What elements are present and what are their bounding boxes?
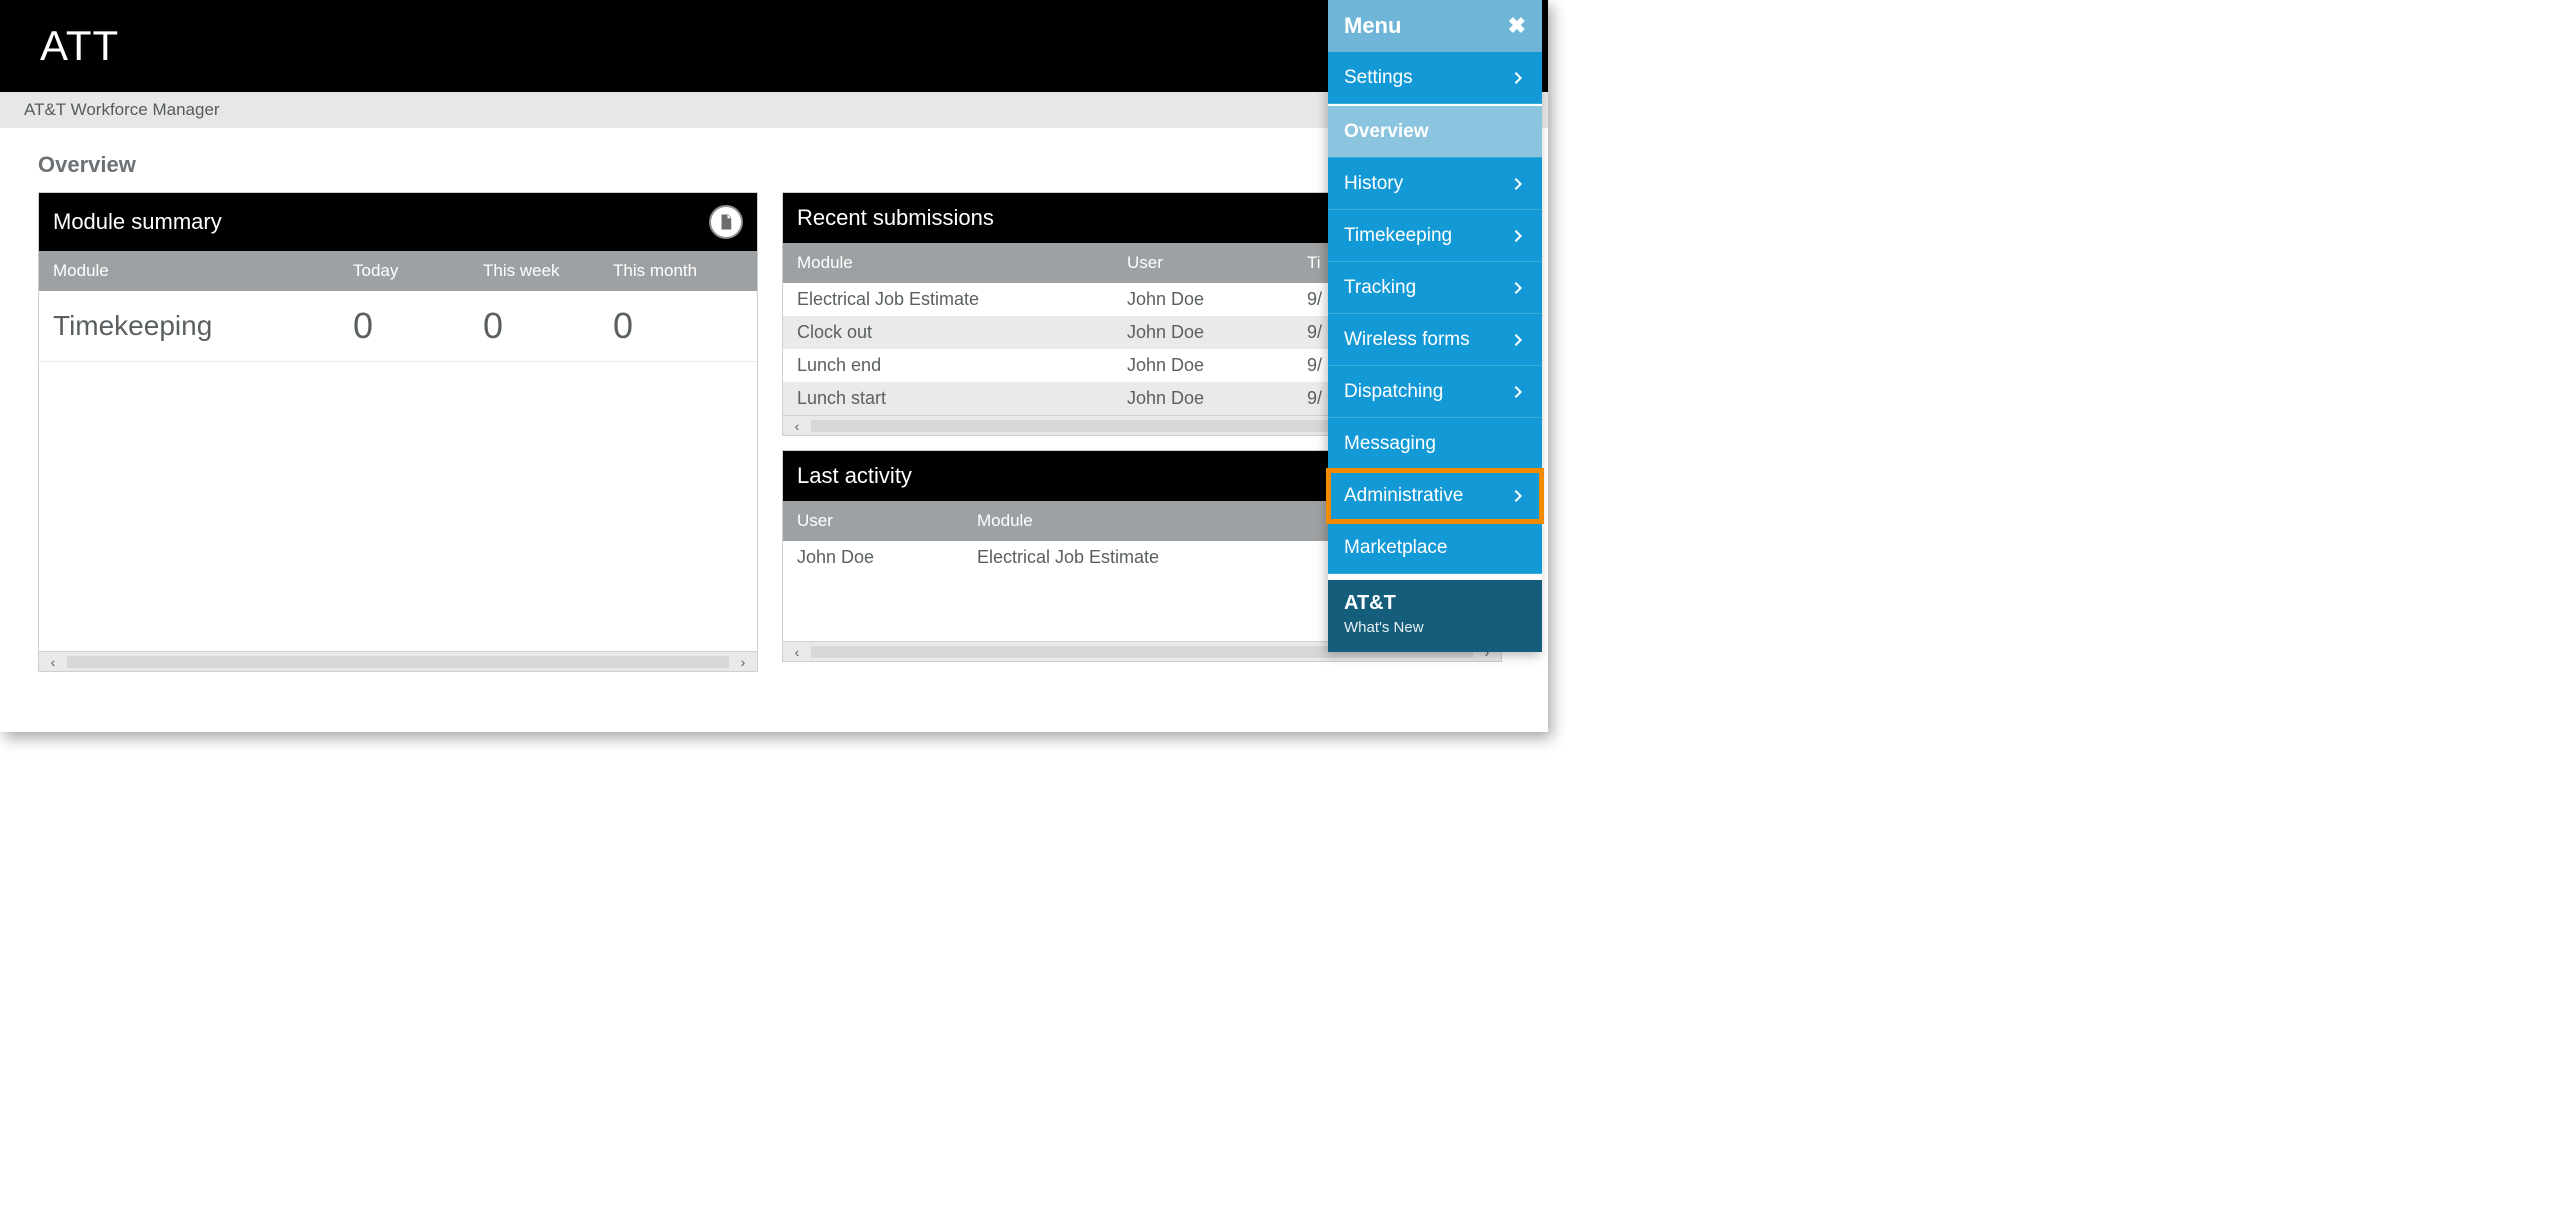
module-summary-card: Module summary Module Today This week Th… — [38, 192, 758, 672]
chevron-right-icon — [1510, 488, 1526, 504]
chevron-right-icon — [1510, 70, 1526, 86]
logo-text: ATT — [40, 22, 119, 70]
cell-module: Lunch end — [797, 355, 1127, 376]
menu-label: Messaging — [1344, 433, 1436, 455]
menu-label: Timekeeping — [1344, 225, 1452, 247]
menu-label: Administrative — [1344, 485, 1463, 507]
footer-line1: AT&T — [1344, 592, 1526, 615]
menu-item-overview[interactable]: Overview — [1328, 106, 1542, 158]
chevron-right-icon — [1510, 332, 1526, 348]
menu-label: Wireless forms — [1344, 329, 1470, 351]
menu-label: Overview — [1344, 121, 1429, 143]
cell-today: 0 — [353, 305, 483, 347]
module-summary-header: Module summary — [39, 193, 757, 251]
top-banner: ATT — [0, 0, 1548, 92]
chevron-right-icon — [1510, 384, 1526, 400]
menu-item-wireless-forms[interactable]: Wireless forms — [1328, 314, 1542, 366]
cell-user: John Doe — [1127, 289, 1307, 310]
module-summary-body[interactable]: Timekeeping 0 0 0 — [39, 291, 757, 651]
scroll-left-icon[interactable]: ‹ — [787, 418, 807, 434]
page-title: Overview — [38, 152, 1510, 178]
module-summary-column: Module summary Module Today This week Th… — [38, 192, 758, 686]
menu-item-messaging[interactable]: Messaging — [1328, 418, 1542, 470]
module-summary-title: Module summary — [53, 209, 222, 235]
scroll-track[interactable] — [67, 656, 729, 668]
breadcrumb-label: AT&T Workforce Manager — [24, 100, 220, 120]
col-module: Module — [797, 253, 1127, 273]
cell-module: Lunch start — [797, 388, 1127, 409]
menu-item-tracking[interactable]: Tracking — [1328, 262, 1542, 314]
module-summary-columns: Module Today This week This month — [39, 251, 757, 291]
chevron-right-icon — [1510, 280, 1526, 296]
cell-week: 0 — [483, 305, 613, 347]
scroll-right-icon[interactable]: › — [733, 654, 753, 670]
col-month: This month — [613, 261, 743, 281]
col-user: User — [1127, 253, 1307, 273]
menu-item-dispatching[interactable]: Dispatching — [1328, 366, 1542, 418]
cell-module: Timekeeping — [53, 310, 353, 342]
col-week: This week — [483, 261, 613, 281]
menu-label: Marketplace — [1344, 537, 1448, 559]
menu-label: Dispatching — [1344, 381, 1443, 403]
menu-label: History — [1344, 173, 1403, 195]
chevron-right-icon — [1510, 228, 1526, 244]
menu-footer[interactable]: AT&T What's New — [1328, 580, 1542, 652]
cell-module: Electrical Job Estimate — [797, 289, 1127, 310]
cell-user: John Doe — [1127, 388, 1307, 409]
cell-user: John Doe — [1127, 355, 1307, 376]
last-activity-title: Last activity — [797, 463, 912, 489]
menu-item-marketplace[interactable]: Marketplace — [1328, 522, 1542, 574]
cell-module: Clock out — [797, 322, 1127, 343]
scroll-left-icon[interactable]: ‹ — [43, 654, 63, 670]
col-user: User — [797, 511, 977, 531]
cell-month: 0 — [613, 305, 743, 347]
document-icon[interactable] — [709, 205, 743, 239]
scroll-left-icon[interactable]: ‹ — [787, 644, 807, 660]
breadcrumb: AT&T Workforce Manager — [0, 92, 1548, 128]
footer-line2: What's New — [1344, 619, 1526, 636]
app-frame: ATT AT&T Workforce Manager Overview Modu… — [0, 0, 1548, 732]
page-content: Overview Module summary Module Today Thi… — [0, 128, 1548, 686]
cell-user: John Doe — [1127, 322, 1307, 343]
table-row[interactable]: Timekeeping 0 0 0 — [39, 291, 757, 362]
close-icon[interactable]: ✖ — [1508, 13, 1526, 39]
hscroll[interactable]: ‹ › — [39, 651, 757, 671]
dashboard-columns: Module summary Module Today This week Th… — [38, 192, 1510, 686]
chevron-right-icon — [1510, 176, 1526, 192]
menu-label: Tracking — [1344, 277, 1416, 299]
menu-label: Settings — [1344, 67, 1413, 89]
menu-item-history[interactable]: History — [1328, 158, 1542, 210]
col-today: Today — [353, 261, 483, 281]
menu-item-timekeeping[interactable]: Timekeeping — [1328, 210, 1542, 262]
side-menu: Menu ✖ Settings Overview History Timekee… — [1328, 0, 1542, 652]
menu-item-settings[interactable]: Settings — [1328, 52, 1542, 104]
cell-user: John Doe — [797, 547, 977, 568]
recent-submissions-title: Recent submissions — [797, 205, 994, 231]
col-module: Module — [53, 261, 353, 281]
menu-title: Menu — [1344, 13, 1401, 39]
menu-header: Menu ✖ — [1328, 0, 1542, 52]
menu-item-administrative[interactable]: Administrative — [1328, 470, 1542, 522]
